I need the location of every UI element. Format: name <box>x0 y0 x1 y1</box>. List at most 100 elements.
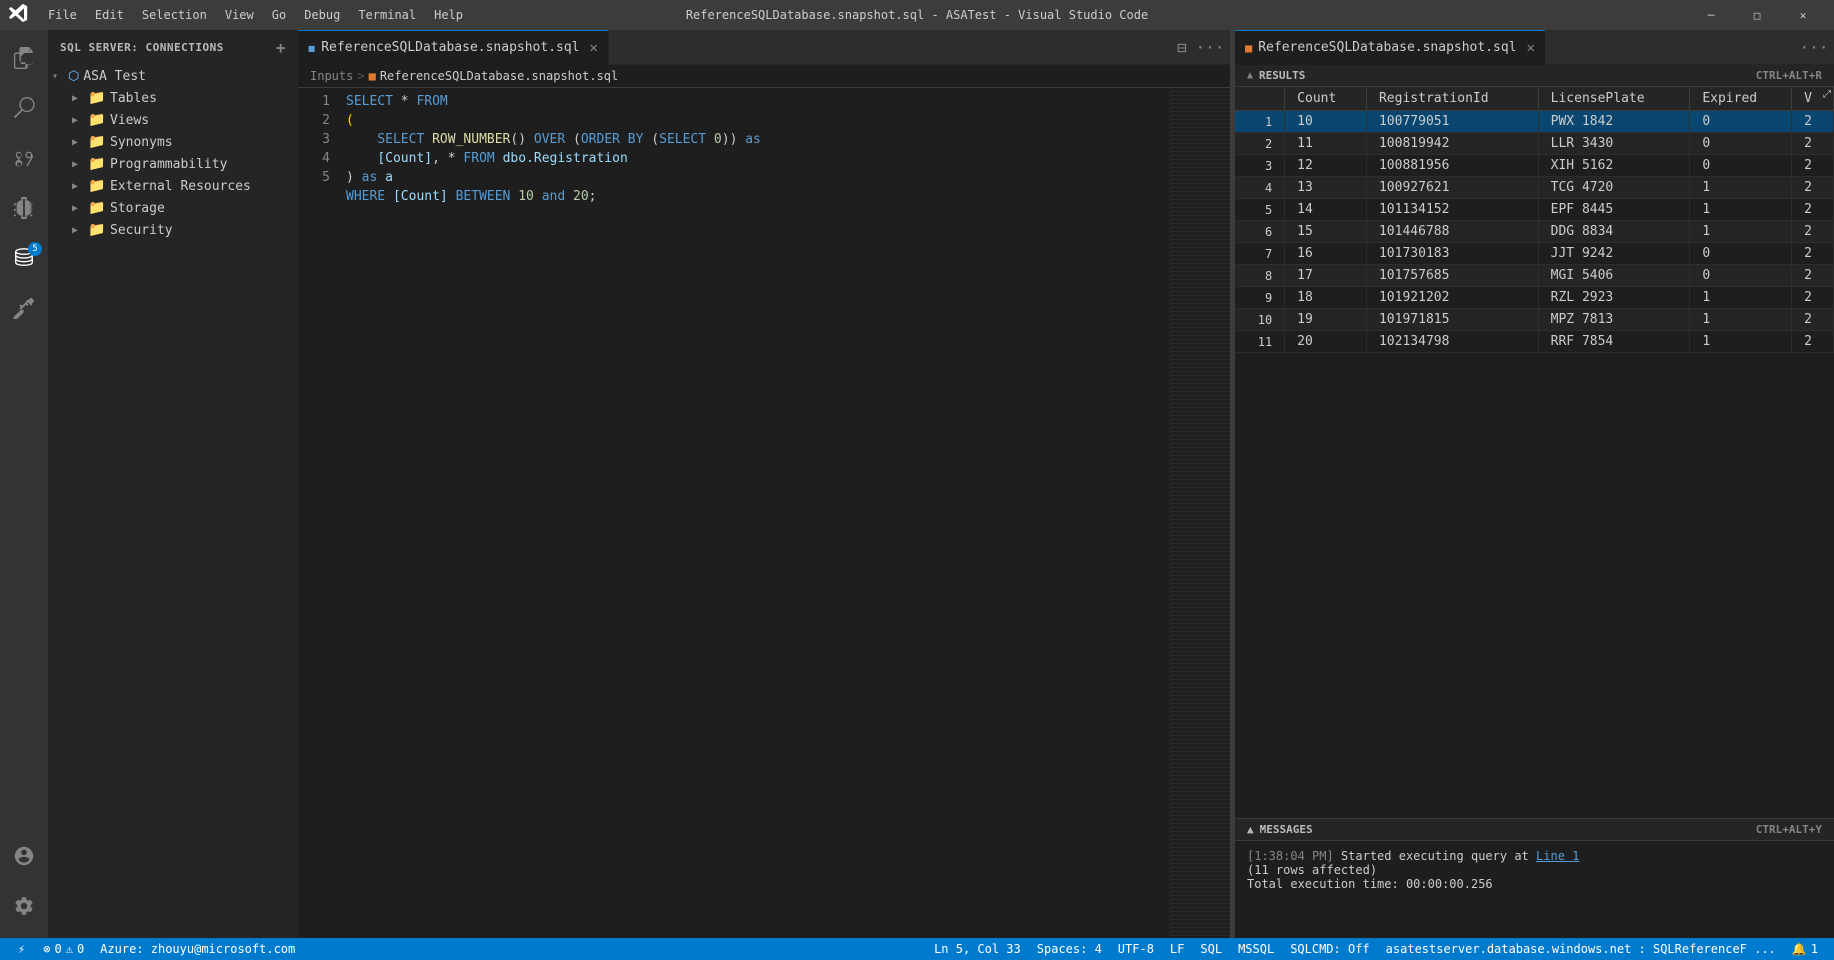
cell-expired: 1 <box>1690 287 1792 309</box>
menu-file[interactable]: File <box>40 4 85 26</box>
activity-source-control[interactable] <box>0 134 48 182</box>
cell-rownum: 10 <box>1235 309 1285 331</box>
status-server-btn[interactable]: asatestserver.database.windows.net : SQL… <box>1378 938 1784 960</box>
breadcrumb-file-label[interactable]: ReferenceSQLDatabase.snapshot.sql <box>380 69 618 83</box>
activity-debug[interactable] <box>0 184 48 232</box>
cell-v: 2 <box>1792 111 1834 133</box>
close-button[interactable]: ✕ <box>1780 0 1826 30</box>
status-sqlcmd-btn[interactable]: SQLCMD: Off <box>1282 938 1377 960</box>
activity-sql-server[interactable]: 5 <box>0 234 48 282</box>
sidebar-item-synonyms[interactable]: ▶ 📁 Synonyms <box>64 131 298 153</box>
breadcrumb-inputs[interactable]: Inputs <box>310 69 353 83</box>
explorer-icon <box>13 47 35 69</box>
code-line-5: ) as a <box>346 168 1162 187</box>
table-row[interactable]: 4 13 100927621 TCG 4720 1 2 <box>1235 177 1834 199</box>
tree-root[interactable]: ▾ ⬡ ASA Test <box>48 65 298 87</box>
msg-line-link[interactable]: Line 1 <box>1536 849 1579 863</box>
status-language-btn[interactable]: SQL <box>1192 938 1230 960</box>
results-table-container[interactable]: Count RegistrationId LicensePlate Expire… <box>1235 87 1834 818</box>
cell-expired: 1 <box>1690 331 1792 353</box>
table-row[interactable]: 3 12 100881956 XIH 5162 0 2 <box>1235 155 1834 177</box>
cell-rownum: 3 <box>1235 155 1285 177</box>
cell-rownum: 11 <box>1235 331 1285 353</box>
cell-v: 2 <box>1792 177 1834 199</box>
code-editor[interactable]: 1 2 3 4 5 SELECT * FROM ( SELECT ROW_NUM… <box>298 88 1230 938</box>
status-account-btn[interactable]: Azure: zhouyu@microsoft.com <box>92 938 303 960</box>
col-header-expired[interactable]: Expired <box>1690 87 1792 111</box>
vscode-logo-icon <box>8 3 28 23</box>
editor-tab-active[interactable]: ◼ ReferenceSQLDatabase.snapshot.sql ✕ <box>298 30 609 65</box>
menu-edit[interactable]: Edit <box>87 4 132 26</box>
activity-settings[interactable] <box>0 882 48 930</box>
editor-tab-close[interactable]: ✕ <box>590 40 598 56</box>
activity-explorer[interactable] <box>0 34 48 82</box>
col-header-v[interactable]: V ⤢ <box>1792 87 1834 111</box>
messages-section: ▲ MESSAGES CTRL+ALT+Y [1:38:04 PM] Start… <box>1235 818 1834 938</box>
warning-count: 0 <box>77 942 84 956</box>
add-connection-button[interactable]: + <box>276 38 286 57</box>
cell-licenseplate: MGI 5406 <box>1538 265 1690 287</box>
sidebar-item-programmability[interactable]: ▶ 📁 Programmability <box>64 153 298 175</box>
status-eol-btn[interactable]: LF <box>1162 938 1192 960</box>
messages-collapse-icon[interactable]: ▲ <box>1247 823 1254 836</box>
sidebar-item-views[interactable]: ▶ 📁 Views <box>64 109 298 131</box>
cell-expired: 1 <box>1690 309 1792 331</box>
sidebar-item-security[interactable]: ▶ 📁 Security <box>64 219 298 241</box>
minimize-button[interactable]: ─ <box>1688 0 1734 30</box>
tables-label: Tables <box>110 91 157 106</box>
menu-debug[interactable]: Debug <box>296 4 348 26</box>
split-editor-button[interactable]: ⊟ <box>1170 35 1194 59</box>
more-actions-button[interactable]: ··· <box>1198 35 1222 59</box>
status-bell-btn[interactable]: 🔔 1 <box>1784 938 1826 960</box>
table-row[interactable]: 2 11 100819942 LLR 3430 0 2 <box>1235 133 1834 155</box>
menu-selection[interactable]: Selection <box>134 4 215 26</box>
menu-terminal[interactable]: Terminal <box>350 4 424 26</box>
status-remote-btn[interactable]: ⚡ <box>8 938 35 960</box>
code-line-6: WHERE [Count] BETWEEN 10 and 20; <box>346 187 1162 206</box>
menu-go[interactable]: Go <box>264 4 294 26</box>
results-tab-active[interactable]: ■ ReferenceSQLDatabase.snapshot.sql ✕ <box>1235 30 1545 65</box>
table-row[interactable]: 10 19 101971815 MPZ 7813 1 2 <box>1235 309 1834 331</box>
col-header-registrationid[interactable]: RegistrationId <box>1366 87 1538 111</box>
code-content[interactable]: SELECT * FROM ( SELECT ROW_NUMBER() OVER… <box>338 88 1170 938</box>
messages-header-title-area: ▲ MESSAGES <box>1247 823 1313 836</box>
cell-expired: 0 <box>1690 155 1792 177</box>
code-line-2: ( <box>346 111 1162 130</box>
table-row[interactable]: 11 20 102134798 RRF 7854 1 2 <box>1235 331 1834 353</box>
window-controls: ─ □ ✕ <box>1688 0 1826 30</box>
table-row[interactable]: 7 16 101730183 JJT 9242 0 2 <box>1235 243 1834 265</box>
message-line-1: [1:38:04 PM] Started executing query at … <box>1247 849 1822 863</box>
table-row[interactable]: 1 10 100779051 PWX 1842 0 2 <box>1235 111 1834 133</box>
folder-external-icon: 📁 <box>88 178 106 194</box>
status-spaces-btn[interactable]: Spaces: 4 <box>1029 938 1110 960</box>
status-db-type-btn[interactable]: MSSQL <box>1230 938 1282 960</box>
results-more-actions-btn[interactable]: ··· <box>1802 35 1826 59</box>
message-line-2: (11 rows affected) <box>1247 863 1822 877</box>
cell-count: 17 <box>1285 265 1367 287</box>
activity-account[interactable] <box>0 832 48 880</box>
cell-v: 2 <box>1792 309 1834 331</box>
expand-col-icon[interactable]: ⤢ <box>1823 89 1831 100</box>
external-resources-label: External Resources <box>110 179 251 194</box>
table-row[interactable]: 5 14 101134152 EPF 8445 1 2 <box>1235 199 1834 221</box>
col-header-licenseplate[interactable]: LicensePlate <box>1538 87 1690 111</box>
table-row[interactable]: 9 18 101921202 RZL 2923 1 2 <box>1235 287 1834 309</box>
activity-extensions[interactable] <box>0 284 48 332</box>
menu-help[interactable]: Help <box>426 4 471 26</box>
synonyms-label: Synonyms <box>110 135 173 150</box>
table-row[interactable]: 6 15 101446788 DDG 8834 1 2 <box>1235 221 1834 243</box>
activity-search[interactable] <box>0 84 48 132</box>
sidebar-item-tables[interactable]: ▶ 📁 Tables <box>64 87 298 109</box>
results-collapse-icon[interactable]: ▲ <box>1247 70 1253 81</box>
status-line-col-btn[interactable]: Ln 5, Col 33 <box>926 938 1029 960</box>
maximize-button[interactable]: □ <box>1734 0 1780 30</box>
sidebar-item-storage[interactable]: ▶ 📁 Storage <box>64 197 298 219</box>
sidebar-item-external-resources[interactable]: ▶ 📁 External Resources <box>64 175 298 197</box>
status-db-type: MSSQL <box>1238 942 1274 956</box>
status-errors-btn[interactable]: ⊗ 0 ⚠ 0 <box>35 938 92 960</box>
table-row[interactable]: 8 17 101757685 MGI 5406 0 2 <box>1235 265 1834 287</box>
menu-view[interactable]: View <box>217 4 262 26</box>
col-header-count[interactable]: Count <box>1285 87 1367 111</box>
status-encoding-btn[interactable]: UTF-8 <box>1110 938 1162 960</box>
results-tab-close-btn[interactable]: ✕ <box>1527 40 1535 56</box>
